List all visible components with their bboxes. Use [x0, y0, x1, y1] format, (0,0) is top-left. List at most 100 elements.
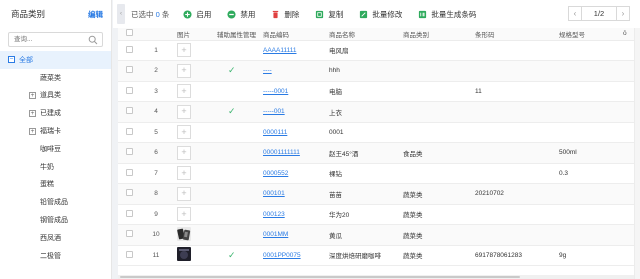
row-checkbox[interactable]	[126, 66, 133, 74]
table-row[interactable]: 7 + 0000552 裸钻 0.3	[118, 163, 640, 184]
row-checkbox[interactable]	[126, 209, 133, 217]
table-row[interactable]: 8 + 000101 苗苗 蔬菜类 20210702	[118, 183, 640, 205]
toolbar: ‹ 已选中 0 条 启用 禁用 删除 复制 批量修改 批量生成条码 ‹ 1/2 …	[113, 0, 640, 28]
table-row[interactable]: 5 + 0000111 0001	[118, 122, 640, 143]
column-header-category[interactable]: 商品类别	[400, 28, 472, 41]
plus-circle-icon	[183, 9, 192, 19]
product-code-link[interactable]: ----	[263, 67, 272, 74]
category-item[interactable]: 铅管成品	[0, 193, 111, 211]
column-header-barcode[interactable]: 条形码	[472, 28, 556, 41]
edit-category-link[interactable]: 编辑	[88, 9, 103, 20]
product-code-link[interactable]: -----001	[263, 108, 285, 115]
column-header-name[interactable]: 商品名称	[326, 28, 400, 41]
select-all-checkbox[interactable]	[126, 29, 133, 37]
search-icon[interactable]	[88, 35, 98, 45]
prev-page-button[interactable]: ‹	[568, 6, 582, 21]
image-placeholder-icon[interactable]: +	[177, 166, 191, 181]
row-checkbox[interactable]	[126, 148, 133, 156]
expand-toggle-icon[interactable]: +	[29, 109, 36, 117]
image-placeholder-icon[interactable]: +	[177, 63, 191, 78]
table-row[interactable]: 11 ✓ 0001PP0075 深度烘焙研磨咖啡 蔬菜类 69178780612…	[118, 245, 640, 266]
product-barcode	[472, 122, 556, 143]
product-thumbnail[interactable]	[177, 226, 191, 241]
product-code-link[interactable]: 00001111111	[263, 149, 300, 156]
category-tree: − 全部 蔬菜类 + 道具类 + 已建成 + 福瑞卡 咖啡豆 牛奶 蛋糕 铅管成…	[0, 51, 111, 265]
check-icon	[217, 86, 228, 96]
product-code-link[interactable]: AAAA11111	[263, 47, 297, 54]
copy-icon	[315, 10, 324, 19]
image-placeholder-icon[interactable]: +	[177, 186, 191, 201]
column-header-code[interactable]: 商品编码	[260, 28, 326, 41]
table-row[interactable]: 3 + -----0001 电脑 11	[118, 81, 640, 102]
image-placeholder-icon[interactable]: +	[177, 104, 191, 119]
product-barcode: 6917878061283	[472, 245, 556, 266]
next-page-button[interactable]: ›	[616, 6, 630, 21]
expand-toggle-icon[interactable]: +	[29, 127, 36, 135]
category-item[interactable]: + 道具类	[0, 87, 111, 105]
horizontal-scrollbar[interactable]	[118, 275, 634, 279]
image-placeholder-icon[interactable]: +	[177, 207, 191, 222]
collapse-panel-icon[interactable]: ‹	[117, 4, 125, 24]
delete-label: 删除	[284, 9, 300, 19]
delete-button[interactable]: 删除	[271, 9, 299, 20]
table-header-row: 图片 辅助属性管理 商品编码 商品名称 商品类别 条形码 规格型号 ō	[118, 28, 640, 41]
column-header-aux[interactable]: 辅助属性管理	[214, 28, 260, 41]
product-code-link[interactable]: 0001PP0075	[263, 252, 301, 259]
row-checkbox[interactable]	[126, 230, 133, 238]
vertical-scrollbar[interactable]	[634, 28, 640, 279]
category-search-box	[8, 32, 103, 47]
row-checkbox[interactable]	[126, 168, 133, 176]
horizontal-scrollbar-thumb[interactable]	[120, 276, 520, 278]
product-name: 电风扇	[326, 40, 400, 61]
product-code-link[interactable]: 000101	[263, 190, 285, 197]
row-checkbox[interactable]	[126, 107, 133, 115]
category-item[interactable]: + 福瑞卡	[0, 122, 111, 140]
table-row[interactable]: 4 + ✓ -----001 上衣	[118, 101, 640, 123]
row-checkbox[interactable]	[126, 86, 133, 94]
product-code-link[interactable]: 0001MM	[263, 231, 288, 238]
copy-button[interactable]: 复制	[315, 9, 343, 20]
product-thumbnail[interactable]	[177, 247, 191, 262]
collapse-toggle-icon[interactable]: −	[8, 56, 15, 64]
disable-button[interactable]: 禁用	[227, 9, 255, 20]
expand-toggle-icon[interactable]: +	[29, 91, 36, 99]
product-code-link[interactable]: 0000552	[263, 170, 288, 177]
category-item[interactable]: + 已建成	[0, 104, 111, 122]
table-row[interactable]: 2 + ✓ ---- hhh	[118, 60, 640, 82]
product-spec	[556, 183, 620, 205]
category-item[interactable]: 蔬菜类	[0, 69, 111, 87]
column-header-image[interactable]: 图片	[174, 28, 214, 41]
category-item[interactable]: 西凤酒	[0, 229, 111, 247]
enable-button[interactable]: 启用	[183, 9, 211, 20]
category-title: 商品类别	[11, 9, 46, 19]
batch-barcode-button[interactable]: 批量生成条码	[418, 9, 476, 20]
table-row[interactable]: 9 + 000123 华为20 蔬菜类	[118, 204, 640, 225]
image-placeholder-icon[interactable]: +	[177, 84, 191, 99]
product-code-link[interactable]: 0000111	[263, 129, 287, 136]
row-checkbox[interactable]	[126, 127, 133, 135]
row-checkbox[interactable]	[126, 45, 133, 53]
category-label: 钢管成品	[40, 217, 68, 225]
category-search-input[interactable]	[9, 33, 87, 46]
row-checkbox[interactable]	[126, 250, 133, 258]
category-item[interactable]: 蛋糕	[0, 176, 111, 194]
select-all-cell	[118, 28, 144, 41]
table-row[interactable]: 1 + AAAA11111 电风扇	[118, 40, 640, 61]
category-item-all[interactable]: − 全部	[0, 51, 111, 69]
disable-label: 禁用	[240, 9, 256, 19]
product-code-link[interactable]: -----0001	[263, 88, 288, 95]
product-spec: 500ml	[556, 142, 620, 164]
table-row[interactable]: 10 0001MM 黄瓜 蔬菜类	[118, 224, 640, 246]
category-item[interactable]: 牛奶	[0, 158, 111, 176]
image-placeholder-icon[interactable]: +	[177, 43, 191, 58]
row-checkbox[interactable]	[126, 189, 133, 197]
image-placeholder-icon[interactable]: +	[177, 125, 191, 140]
category-item[interactable]: 钢管成品	[0, 211, 111, 229]
table-row[interactable]: 6 + 00001111111 赵王45°酒 食品类 500ml	[118, 142, 640, 164]
category-item[interactable]: 咖啡豆	[0, 140, 111, 158]
product-code-link[interactable]: 000123	[263, 211, 285, 218]
image-placeholder-icon[interactable]: +	[177, 145, 191, 160]
category-item[interactable]: 二极管	[0, 247, 111, 265]
column-header-spec[interactable]: 规格型号	[556, 28, 620, 41]
batch-edit-button[interactable]: 批量修改	[359, 9, 402, 20]
